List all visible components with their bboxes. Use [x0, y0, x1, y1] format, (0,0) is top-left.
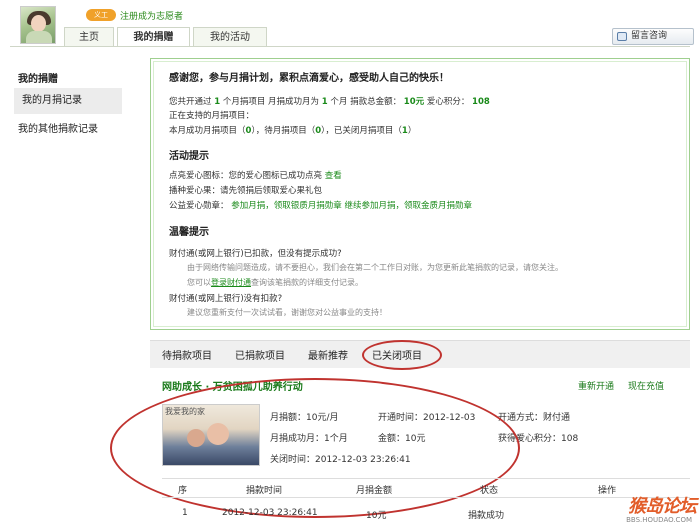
login-tenpay-link[interactable]: 登录财付通 — [211, 278, 251, 287]
tab-home[interactable]: 主页 — [64, 27, 114, 46]
tab-divider — [10, 46, 690, 47]
td-index: 1 — [182, 508, 188, 518]
thanks-headline: 感谢您，参与月捐计划，累积点滴爱心，感受助人自己的快乐！ — [169, 73, 449, 84]
tip-answer-1: 由于网络传输问题造成，请不要担心，我们会在第二个工作日对账，为您更新此笔捐款的记… — [187, 263, 563, 272]
td-status: 捐款成功 — [468, 511, 505, 521]
tab-my-donations[interactable]: 我的捐赠 — [117, 27, 190, 47]
view-link[interactable]: 查看 — [325, 171, 342, 181]
supporting-label: 正在支持的月捐项目： — [169, 111, 255, 121]
message-consult-button[interactable]: 留言咨询 — [612, 28, 694, 45]
tips-title: 温馨提示 — [169, 227, 209, 238]
message-consult-label: 留言咨询 — [631, 31, 668, 41]
td-amount: 10元 — [366, 511, 387, 521]
register-volunteer-link[interactable]: 注册成为志愿者 — [120, 9, 183, 22]
tip-question-2: 财付通(或网上银行)没有扣款? — [169, 294, 283, 304]
message-icon — [617, 32, 627, 41]
th-status: 状态 — [480, 486, 499, 496]
activity-row-seed: 播种爱心果：请先领捐后领取爱心果礼包 — [169, 186, 323, 196]
donation-info-panel: 感谢您，参与月捐计划，累积点滴爱心，感受助人自己的快乐！ 您共开通过 1 个月捐… — [150, 58, 690, 330]
th-amount: 月捐金额 — [356, 486, 393, 496]
silver-medal-link[interactable]: 参加月捐，领取银质月捐勋章 — [231, 201, 342, 211]
open-method: 开通方式：财付通 — [498, 413, 571, 423]
th-index: 序 — [178, 486, 188, 496]
summary-line: 您共开通过 1 个月捐项目 月捐成功月为 1 个月 捐款总金额： 10元 爱心积… — [169, 97, 490, 107]
activity-title: 活动提示 — [169, 151, 209, 162]
volunteer-badge-icon: 义工 — [86, 9, 116, 21]
sidebar-item-monthly-records[interactable]: 我的月捐记录 — [14, 88, 122, 114]
th-time: 捐款时间 — [246, 486, 283, 496]
annotation-ring-closed-tab — [362, 340, 442, 370]
tab-recommended[interactable]: 最新推荐 — [308, 347, 348, 362]
tip-question-1: 财付通(或网上银行)已扣款，但没有提示成功? — [169, 249, 342, 259]
activity-row-medal: 公益爱心勋章： 参加月捐，领取银质月捐勋章 继续参加月捐，领取金质月捐勋章 — [169, 201, 472, 211]
tip-answer-1b: 您可以登录财付通查询该笔捐款的详细支付记录。 — [187, 278, 363, 287]
sidebar-title: 我的捐赠 — [18, 74, 58, 85]
tab-donated[interactable]: 已捐款项目 — [235, 347, 285, 362]
tab-my-activities[interactable]: 我的活动 — [193, 27, 267, 46]
status-line: 本月成功月捐项目（0），待月捐项目（0），已关闭月捐项目（1） — [169, 126, 417, 136]
sidebar-item-other-records[interactable]: 我的其他捐款记录 — [18, 120, 98, 135]
site-watermark-logo: 猴岛论坛 BBS.HOUDAO.COM — [626, 496, 697, 524]
user-avatar[interactable] — [20, 6, 56, 44]
recharge-link[interactable]: 现在充值 — [628, 379, 664, 392]
tip-answer-2: 建议您重新支付一次试试看，谢谢您对公益事业的支持！ — [187, 308, 387, 317]
activity-row-light: 点亮爱心图标：您的爱心图标已成功点亮 查看 — [169, 171, 342, 181]
reopen-link[interactable]: 重新开通 — [578, 379, 614, 392]
td-time: 2012-12-03 23:26:41 — [222, 508, 318, 518]
gold-medal-link[interactable]: 继续参加月捐，领取金质月捐勋章 — [344, 201, 472, 211]
tab-pending[interactable]: 待捐款项目 — [162, 347, 212, 362]
